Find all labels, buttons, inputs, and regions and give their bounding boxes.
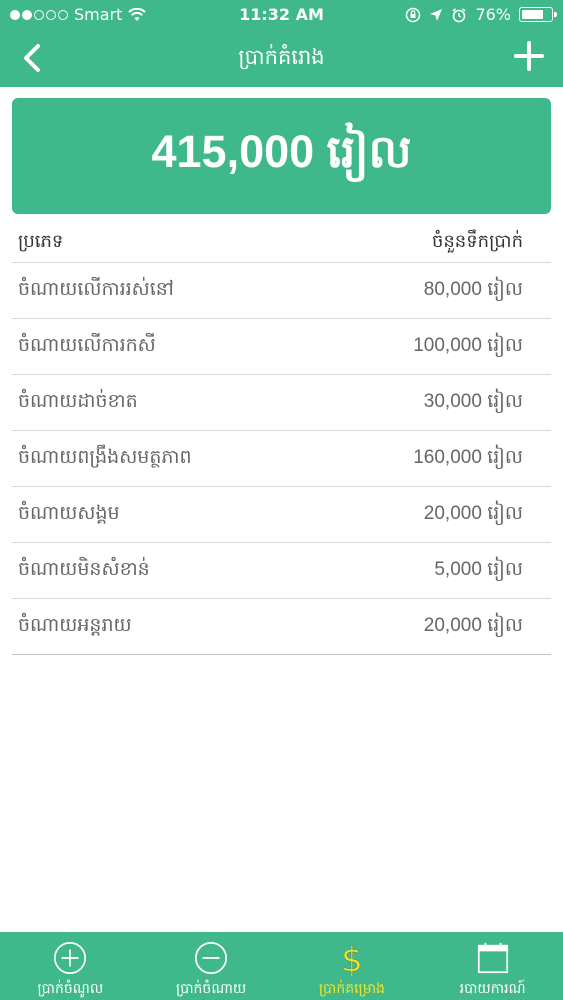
battery-icon — [519, 7, 557, 22]
tab-budget[interactable]: $ ប្រាក់គម្រោង — [282, 932, 423, 1000]
svg-text:$: $ — [341, 940, 363, 976]
row-amount: 100,000 រៀល — [413, 334, 523, 356]
row-type: ចំណាយលើការកសី — [18, 333, 156, 356]
table-row[interactable]: ចំណាយអន្តរាយ 20,000 រៀល — [12, 599, 551, 655]
tab-budget-label: ប្រាក់គម្រោង — [318, 981, 385, 997]
tab-report-label: របាយការណ៍ — [459, 981, 526, 997]
plus-icon[interactable] — [513, 40, 545, 72]
plus-circle-icon — [54, 941, 87, 975]
column-header-amount: ចំនួនទឹកប្រាក់ — [431, 230, 523, 252]
row-type: ចំណាយលើការរស់នៅ — [18, 277, 174, 300]
table-row[interactable]: ចំណាយសង្គម 20,000 រៀល — [12, 487, 551, 543]
row-amount: 5,000 រៀល — [434, 558, 523, 580]
app-header: Smart 11:32 AM 76% ប្រាក់គំរោង — [0, 0, 563, 87]
row-amount: 160,000 រៀល — [413, 446, 523, 468]
tab-bar: ប្រាក់ចំណូល ប្រាក់ចំណាយ $ ប្រាក់គម្រោង រ… — [0, 932, 563, 1000]
dollar-icon: $ — [341, 940, 363, 976]
tab-report[interactable]: របាយការណ៍ — [422, 932, 563, 1000]
tab-expense-label: ប្រាក់ចំណាយ — [176, 981, 247, 997]
column-header-type: ប្រភេទ — [18, 230, 64, 252]
row-amount: 20,000 រៀល — [423, 614, 523, 636]
chevron-left-icon[interactable] — [14, 38, 54, 78]
table-row[interactable]: ចំណាយដាច់ខាត 30,000 រៀល — [12, 375, 551, 431]
row-type: ចំណាយដាច់ខាត — [18, 389, 138, 412]
row-type: ចំណាយសង្គម — [18, 501, 120, 524]
minus-circle-icon — [195, 941, 228, 975]
row-type: ចំណាយមិនសំខាន់ — [18, 557, 150, 580]
status-bar: Smart 11:32 AM 76% — [0, 0, 563, 30]
battery-percent: 76% — [475, 5, 511, 24]
row-amount: 80,000 រៀល — [423, 278, 523, 300]
table-header: ប្រភេទ ចំនួនទឹកប្រាក់ — [12, 222, 551, 263]
calendar-icon — [477, 942, 508, 974]
tab-income[interactable]: ប្រាក់ចំណូល — [0, 932, 141, 1000]
total-budget-card: 415,000 រៀល — [12, 98, 551, 214]
table-row[interactable]: ចំណាយលើការកសី 100,000 រៀល — [12, 319, 551, 375]
table-rows: ចំណាយលើការរស់នៅ 80,000 រៀល ចំណាយលើការកសី… — [12, 263, 551, 655]
rotation-lock-icon — [406, 7, 421, 22]
row-type: ចំណាយអន្តរាយ — [18, 613, 132, 636]
status-icons: 76% — [405, 5, 557, 24]
navigation-bar: ប្រាក់គំរោង — [0, 30, 563, 87]
table-row[interactable]: ចំណាយពង្រឹងសមត្ថភាព 160,000 រៀល — [12, 431, 551, 487]
location-arrow-icon — [430, 8, 443, 21]
row-amount: 30,000 រៀល — [423, 390, 523, 412]
row-type: ចំណាយពង្រឹងសមត្ថភាព — [18, 445, 192, 468]
alarm-icon — [452, 7, 466, 22]
battery-level — [522, 10, 544, 19]
table-row[interactable]: ចំណាយមិនសំខាន់ 5,000 រៀល — [12, 543, 551, 599]
table-row[interactable]: ចំណាយលើការរស់នៅ 80,000 រៀល — [12, 263, 551, 319]
budget-table: ប្រភេទ ចំនួនទឹកប្រាក់ ចំណាយលើការរស់នៅ 80… — [12, 222, 551, 655]
page-title: ប្រាក់គំរោង — [238, 45, 325, 69]
row-amount: 20,000 រៀល — [423, 502, 523, 524]
total-budget-value: 415,000 រៀល — [151, 126, 412, 177]
tab-expense[interactable]: ប្រាក់ចំណាយ — [141, 932, 282, 1000]
tab-income-label: ប្រាក់ចំណូល — [37, 981, 104, 997]
